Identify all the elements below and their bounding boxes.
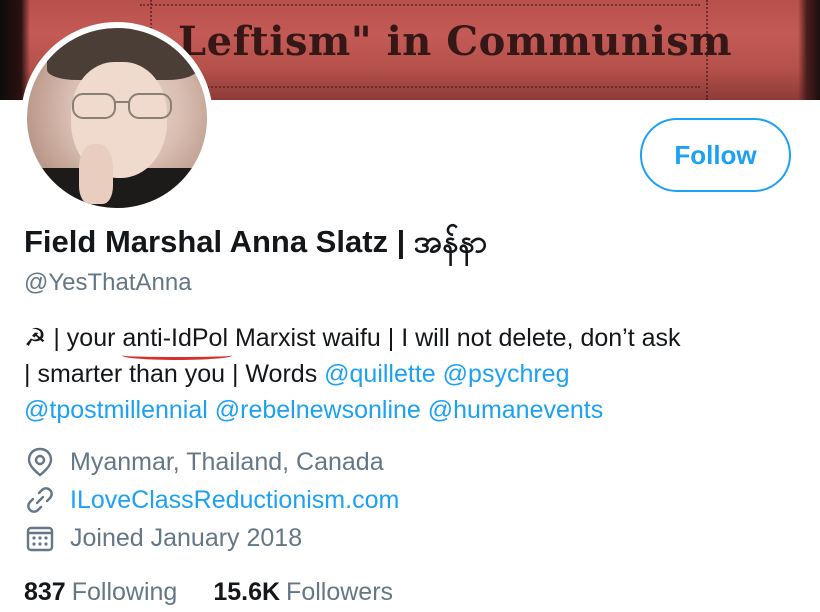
followers-stat[interactable]: 15.6K Followers [213,578,393,607]
avatar-hand [79,144,113,204]
bio-text: ☭ | your [24,324,123,352]
location-pin-icon [24,446,56,478]
mention-link-humanevents[interactable]: @humanevents [428,396,603,424]
bio-line: ☭ | your anti-IdPol Marxist waifu | I wi… [24,320,804,360]
banner-shadow-right [798,0,820,100]
following-stat[interactable]: 837 Following [24,578,177,607]
mention-link-tpostmillennial[interactable]: @tpostmillennial [24,396,208,424]
banner-text: Leftism" in Communism [178,18,733,65]
followers-count: 15.6K [213,578,281,606]
link-icon [24,484,56,516]
mention-link-rebelnewsonline[interactable]: @rebelnewsonline [215,396,421,424]
bio-underlined-text: anti-IdPol [122,320,232,360]
bio-text: | smarter than you | Words [24,360,325,388]
mention-link-quillette[interactable]: @quillette [324,360,436,388]
avatar-glasses [72,93,172,119]
joined-text: Joined January 2018 [70,523,303,552]
profile-joined-date: Joined January 2018 [24,522,804,554]
avatar-photo [27,28,207,208]
banner-dotted-rule [140,86,700,89]
website-link[interactable]: ILoveClassReductionism.com [70,486,399,515]
calendar-icon [24,522,56,554]
follow-button[interactable]: Follow [640,118,791,192]
bio-text: Marxist waifu | I will not delete, don’t… [228,324,681,352]
following-label: Following [71,578,178,606]
bio-line: | smarter than you | Words @quillette @p… [24,356,804,392]
following-count: 837 [24,578,66,606]
location-text: Myanmar, Thailand, Canada [70,447,384,476]
display-name: Field Marshal Anna Slatz | အန်နာ [24,224,488,259]
profile-website: ILoveClassReductionism.com [24,484,804,516]
profile-stats: 837 Following 15.6K Followers [24,578,429,607]
mention-link-psychreg[interactable]: @psychreg [443,360,570,388]
followers-label: Followers [286,578,394,606]
user-handle: @YesThatAnna [24,269,192,296]
bio-line: @tpostmillennial @rebelnewsonline @human… [24,392,804,428]
avatar[interactable] [21,22,213,214]
banner-dotted-rule [140,4,700,7]
profile-bio: ☭ | your anti-IdPol Marxist waifu | I wi… [24,320,804,428]
profile-location: Myanmar, Thailand, Canada [24,446,804,478]
